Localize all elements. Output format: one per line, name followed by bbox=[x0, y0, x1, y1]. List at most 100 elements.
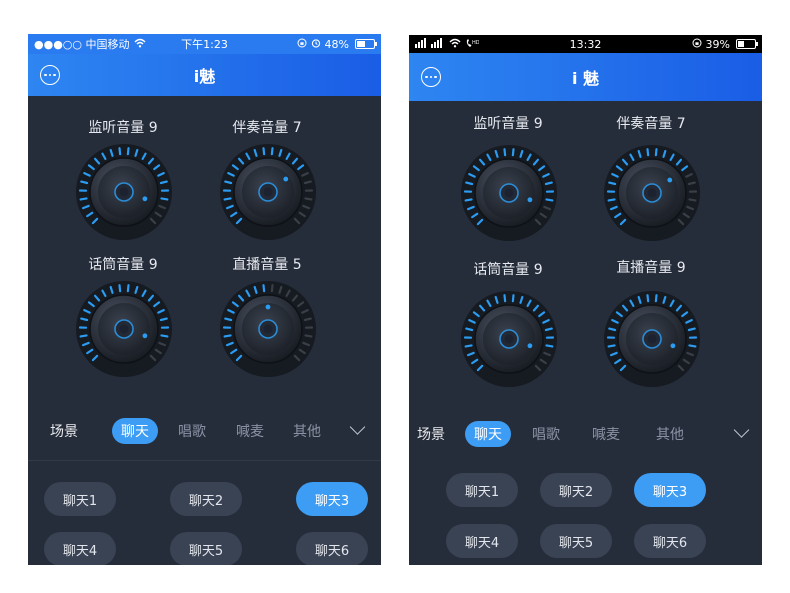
knob-tick bbox=[464, 198, 473, 202]
knob-tick bbox=[544, 327, 553, 332]
preset-chat-3[interactable]: 聊天3 bbox=[634, 473, 706, 507]
knob-tick bbox=[80, 180, 89, 185]
knob-tick bbox=[224, 180, 233, 185]
scene-selector: 场景 聊天 唱歌 喊麦 其他 bbox=[409, 419, 762, 449]
knob-live[interactable] bbox=[602, 289, 702, 389]
knob-tick bbox=[503, 148, 507, 157]
knob-label-live: 直播音量 9 bbox=[616, 260, 686, 276]
knob-tick bbox=[646, 148, 650, 157]
knob-accompaniment[interactable] bbox=[602, 143, 702, 243]
status-bar: ●●●○○ 中国移动 下午1:23 48% bbox=[28, 34, 381, 54]
knob-indicator bbox=[283, 176, 289, 182]
knob-tick bbox=[511, 148, 515, 157]
svg-text:HD: HD bbox=[472, 40, 479, 46]
knob-tick bbox=[159, 317, 168, 322]
app-header: i 魅 bbox=[409, 53, 762, 101]
knob-tick bbox=[79, 197, 88, 201]
carrier-label: ●●●○○ 中国移动 bbox=[34, 38, 130, 51]
knob-label-microphone: 话筒音量 9 bbox=[473, 262, 543, 278]
knob-tick bbox=[464, 344, 473, 348]
rotation-lock-icon bbox=[297, 38, 307, 51]
chevron-down-icon[interactable] bbox=[733, 422, 750, 438]
battery-percent: 39% bbox=[705, 37, 730, 51]
knob-tick bbox=[224, 317, 233, 322]
rotation-lock-icon bbox=[692, 38, 702, 51]
knob-tick bbox=[608, 327, 617, 332]
preset-chat-4[interactable]: 聊天4 bbox=[44, 532, 116, 565]
knob-tick bbox=[465, 181, 474, 186]
knob-monitor[interactable] bbox=[74, 142, 174, 242]
knob-tick bbox=[654, 148, 658, 157]
scene-tab-shout[interactable]: 喊麦 bbox=[592, 424, 620, 444]
knob-tick bbox=[223, 197, 232, 201]
battery-icon bbox=[736, 39, 758, 49]
preset-chat-1[interactable]: 聊天1 bbox=[44, 482, 116, 516]
status-time: 13:32 bbox=[569, 37, 602, 51]
knob-tick bbox=[223, 334, 232, 338]
divider bbox=[28, 460, 381, 461]
more-menu-icon[interactable] bbox=[40, 65, 60, 85]
knob-label-monitor: 监听音量 9 bbox=[88, 120, 158, 136]
preset-chat-6[interactable]: 聊天6 bbox=[296, 532, 368, 565]
app-title: i 魅 bbox=[571, 69, 600, 88]
knob-indicator bbox=[527, 343, 533, 349]
scene-tab-sing[interactable]: 唱歌 bbox=[532, 424, 560, 444]
preset-chat-2[interactable]: 聊天2 bbox=[540, 473, 612, 507]
knob-tick bbox=[303, 180, 312, 185]
more-menu-icon[interactable] bbox=[421, 67, 441, 87]
knob-label-accompaniment: 伴奏音量 7 bbox=[232, 120, 302, 136]
app-header: i魅 bbox=[28, 54, 381, 96]
knob-tick bbox=[160, 334, 169, 338]
preset-chat-5[interactable]: 聊天5 bbox=[170, 532, 242, 565]
battery-percent: 48% bbox=[324, 37, 349, 51]
knob-indicator bbox=[667, 177, 673, 183]
scene-tab-sing[interactable]: 唱歌 bbox=[178, 421, 206, 441]
knob-tick bbox=[687, 181, 696, 186]
battery-icon bbox=[355, 39, 377, 49]
scene-tab-chat[interactable]: 聊天 bbox=[465, 421, 511, 447]
knob-tick bbox=[545, 198, 554, 202]
knob-tick bbox=[303, 317, 312, 322]
knob-tick bbox=[607, 198, 616, 202]
knob-tick bbox=[688, 198, 697, 202]
knob-tick bbox=[159, 180, 168, 185]
knob-tick bbox=[118, 284, 122, 293]
knob-tick bbox=[79, 334, 88, 338]
knob-tick bbox=[80, 317, 89, 322]
knob-monitor[interactable] bbox=[459, 143, 559, 243]
knob-tick bbox=[270, 147, 274, 156]
preset-chat-5[interactable]: 聊天5 bbox=[540, 524, 612, 558]
knob-indicator bbox=[142, 196, 148, 202]
knob-accompaniment[interactable] bbox=[218, 142, 318, 242]
knob-tick bbox=[465, 327, 474, 332]
chevron-down-icon[interactable] bbox=[349, 419, 366, 435]
knob-tick bbox=[160, 197, 169, 201]
preset-chat-6[interactable]: 聊天6 bbox=[634, 524, 706, 558]
preset-chat-4[interactable]: 聊天4 bbox=[446, 524, 518, 558]
scene-tab-shout[interactable]: 喊麦 bbox=[236, 421, 264, 441]
knob-tick bbox=[607, 344, 616, 348]
scene-tab-other[interactable]: 其他 bbox=[656, 424, 684, 444]
knob-tick bbox=[511, 294, 515, 303]
phone-screen-right: HD 13:32 39% i 魅 监听音量 9 伴奏音量 7 话筒音量 9 直播… bbox=[409, 35, 762, 565]
status-time: 下午1:23 bbox=[181, 38, 228, 51]
knob-tick bbox=[270, 284, 274, 293]
scene-tab-chat[interactable]: 聊天 bbox=[112, 418, 158, 444]
knob-live[interactable] bbox=[218, 279, 318, 379]
knob-tick bbox=[646, 294, 650, 303]
preset-chat-1[interactable]: 聊天1 bbox=[446, 473, 518, 507]
knob-tick bbox=[687, 327, 696, 332]
knob-tick bbox=[262, 147, 266, 156]
scene-tab-other[interactable]: 其他 bbox=[293, 421, 321, 441]
preset-chat-3[interactable]: 聊天3 bbox=[296, 482, 368, 516]
knob-tick bbox=[544, 181, 553, 186]
knob-microphone[interactable] bbox=[459, 289, 559, 389]
signal-icon bbox=[415, 37, 445, 51]
scene-title: 场景 bbox=[50, 424, 78, 440]
wifi-icon bbox=[134, 38, 146, 51]
knob-microphone[interactable] bbox=[74, 279, 174, 379]
knob-tick bbox=[304, 334, 313, 338]
scene-title: 场景 bbox=[417, 427, 445, 443]
hd-call-icon: HD bbox=[465, 38, 480, 51]
preset-chat-2[interactable]: 聊天2 bbox=[170, 482, 242, 516]
